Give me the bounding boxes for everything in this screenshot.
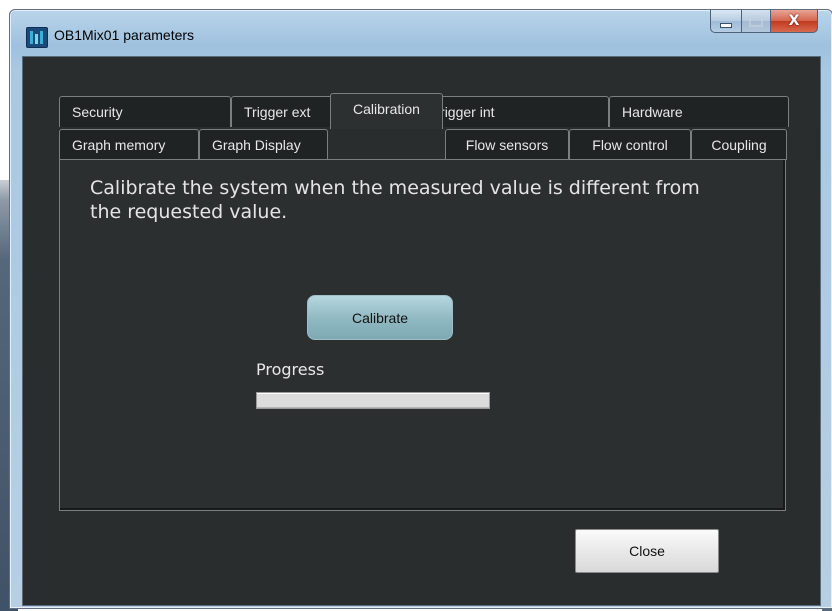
window-controls: X [710,10,818,34]
tab-graph-display[interactable]: Graph Display [199,129,328,160]
tab-flow-control[interactable]: Flow control [569,129,691,160]
tab-graph-memory[interactable]: Graph memory [59,129,199,160]
maximize-icon [749,15,763,27]
tab-calibration[interactable]: Calibration [330,93,443,129]
close-icon: X [788,13,800,29]
progress-label: Progress [256,360,325,379]
tab-flow-sensors[interactable]: Flow sensors [445,129,569,160]
minimize-button[interactable] [710,10,742,33]
app-icon [26,27,48,48]
tab-trigger-int[interactable]: Trigger int [419,96,609,127]
tab-hardware[interactable]: Hardware [609,96,789,127]
progress-bar [256,392,490,409]
calibrate-button[interactable]: Calibrate [307,295,453,340]
close-button[interactable]: Close [575,529,719,573]
title-bar[interactable]: OB1Mix01 parameters X [10,10,832,56]
tab-coupling[interactable]: Coupling [691,129,787,160]
close-window-button[interactable]: X [771,10,818,33]
window-title: OB1Mix01 parameters [54,27,195,43]
minimize-icon [720,22,732,28]
calibration-panel: Calibrate the system when the measured v… [59,159,786,511]
dialog-window: OB1Mix01 parameters X Security Trigger e… [9,9,832,609]
tab-strip: Security Trigger ext Trigger int Hardwar… [59,93,789,164]
calibration-description: Calibrate the system when the measured v… [90,177,700,223]
maximize-button[interactable] [742,10,771,33]
client-area: Security Trigger ext Trigger int Hardwar… [22,56,821,606]
tab-security[interactable]: Security [59,96,231,127]
